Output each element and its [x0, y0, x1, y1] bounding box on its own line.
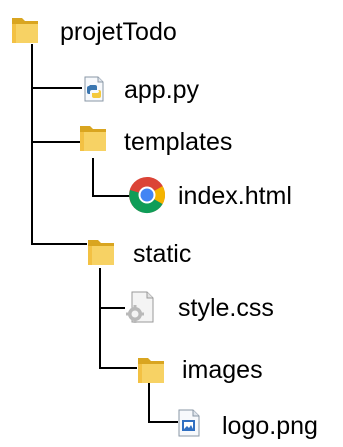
tree-label-logo-png: logo.png [222, 412, 318, 440]
css-file-icon [126, 291, 154, 323]
image-file-icon [178, 409, 200, 437]
folder-icon [138, 358, 164, 383]
tree-label-templates: templates [124, 128, 233, 156]
folder-icon [80, 126, 106, 151]
file-tree-diagram: projetTodo app.py templates index.html s… [0, 0, 343, 447]
chrome-icon [129, 177, 166, 214]
tree-label-app-py: app.py [124, 76, 200, 104]
tree-label-images: images [182, 356, 263, 384]
tree-connectors [31, 44, 178, 423]
tree-label-style-css: style.css [178, 294, 274, 322]
connector-logo-png [148, 382, 178, 423]
python-file-icon [84, 76, 104, 102]
folder-icon [88, 240, 114, 265]
tree-label-index-html: index.html [178, 182, 292, 210]
folder-icon [12, 18, 38, 43]
tree-label-static: static [133, 240, 192, 268]
tree-label-root: projetTodo [60, 18, 177, 46]
connector-index-html [92, 158, 130, 197]
